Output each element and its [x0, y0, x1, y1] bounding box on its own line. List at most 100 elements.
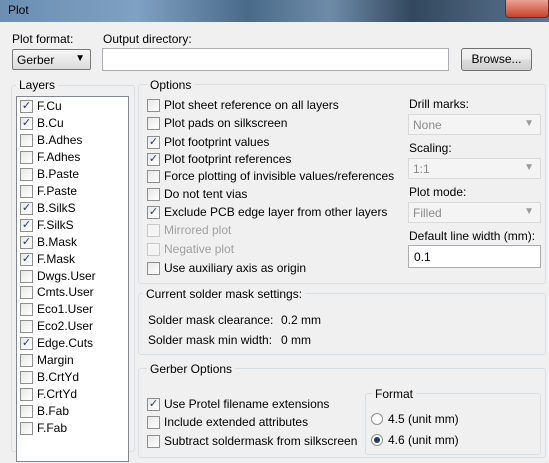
layer-f-cu-label: F.Cu [37, 99, 62, 113]
checkmark-icon[interactable]: ✓ [147, 398, 160, 411]
checkbox-icon[interactable] [147, 435, 160, 448]
checkmark-icon[interactable]: ✓ [20, 201, 33, 215]
layer-margin-label: Margin [37, 353, 74, 368]
chevron-down-icon: ▼ [75, 53, 85, 64]
option-checkbox-4-label: Force plotting of invisible values/refer… [164, 169, 395, 183]
checkbox-icon[interactable] [147, 170, 160, 183]
solder-mask-group-title: Current solder mask settings: [143, 287, 306, 301]
checkbox-icon[interactable] [147, 188, 160, 201]
layer-f-fab-label: F.Fab [37, 421, 68, 436]
checkmark-icon[interactable]: ✓ [20, 252, 33, 266]
checkbox-icon [147, 224, 160, 237]
layer-b-adhes-label: B.Adhes [37, 132, 83, 147]
window-title: Plot [8, 3, 29, 17]
drill-marks-select: None ▼ [408, 114, 541, 135]
layer-b-silks-label: B.SilkS [37, 200, 76, 215]
layer-b-mask-label: B.Mask [37, 234, 78, 249]
checkbox-icon[interactable] [147, 416, 160, 429]
title-bar[interactable]: Plot [0, 0, 549, 22]
solder-mask-clearance-value: 0.2 mm [281, 313, 322, 327]
option-checkbox-7-label: Mirrored plot [164, 223, 232, 237]
scaling-value: 1:1 [413, 162, 430, 176]
scaling-select: 1:1 ▼ [408, 158, 541, 179]
gerber-options-group-title: Gerber Options [147, 362, 236, 376]
solder-mask-clearance-label: Solder mask clearance: [148, 313, 274, 327]
layer-b-fab-label: B.Fab [37, 404, 70, 419]
checkmark-icon[interactable]: ✓ [147, 206, 160, 219]
checkbox-icon[interactable] [20, 371, 33, 385]
checkmark-icon[interactable]: ✓ [20, 218, 33, 232]
plot-mode-value: Filled [413, 206, 442, 220]
gerber-option-1-label: Include extended attributes [164, 415, 309, 429]
format-group-title: Format [372, 387, 417, 401]
chevron-down-icon: ▼ [524, 206, 534, 217]
plot-format-value: Gerber [17, 53, 55, 67]
checkmark-icon[interactable]: ✓ [20, 337, 33, 351]
checkbox-icon[interactable] [147, 262, 160, 275]
checkbox-icon[interactable] [20, 422, 33, 436]
option-checkbox-1-label: Plot pads on silkscreen [164, 116, 288, 130]
checkbox-icon[interactable] [20, 388, 33, 402]
option-checkbox-9-label: Use auxiliary axis as origin [164, 261, 307, 275]
layer-f-silks-label: F.SilkS [37, 217, 74, 232]
option-checkbox-8-label: Negative plot [164, 242, 235, 256]
checkbox-icon[interactable] [20, 167, 33, 181]
chevron-down-icon: ▼ [524, 118, 534, 129]
format-radio-label: 4.5 (unit mm) [388, 412, 459, 426]
option-checkbox-2-label: Plot footprint values [164, 135, 270, 149]
layers-group-title: Layers [16, 78, 59, 92]
line-width-value: 0.1 [414, 250, 431, 264]
checkbox-icon[interactable] [20, 303, 33, 317]
layer-f-adhes-label: F.Adhes [37, 149, 81, 164]
checkbox-icon[interactable] [147, 117, 160, 130]
option-checkbox-5-label: Do not tent vias [164, 187, 248, 201]
checkmark-icon[interactable]: ✓ [147, 136, 160, 149]
checkbox-icon[interactable] [20, 286, 33, 300]
solder-mask-min-width-label: Solder mask min width: [148, 333, 273, 347]
radio-icon[interactable] [371, 434, 383, 446]
option-checkbox-0-label: Plot sheet reference on all layers [164, 98, 339, 112]
radio-dot-icon [374, 437, 380, 443]
layer-b-cu-label: B.Cu [37, 115, 64, 130]
checkbox-icon[interactable] [20, 269, 33, 283]
checkbox-icon [147, 243, 160, 256]
layer-cmts-user-label: Cmts.User [37, 285, 94, 300]
checkbox-icon[interactable] [20, 320, 33, 334]
layer-b-crtyd-label: B.CrtYd [37, 370, 80, 385]
checkmark-icon[interactable]: ✓ [20, 116, 33, 130]
checkbox-icon[interactable] [147, 99, 160, 112]
layer-f-mask-label: F.Mask [37, 251, 76, 266]
gerber-option-2-label: Subtract soldermask from silkscreen [164, 434, 358, 448]
checkbox-icon[interactable] [20, 354, 33, 368]
drill-marks-value: None [413, 118, 442, 132]
gerber-option-0-label: Use Protel filename extensions [164, 397, 330, 411]
layer-eco2-user-label: Eco2.User [37, 319, 94, 334]
option-checkbox-3-label: Plot footprint references [164, 152, 292, 166]
checkbox-icon[interactable] [20, 184, 33, 198]
browse-button[interactable]: Browse... [461, 48, 532, 71]
format-radio-label: 4.6 (unit mm) [388, 433, 459, 447]
layer-f-crtyd-label: F.CrtYd [37, 387, 78, 402]
checkbox-icon[interactable] [20, 133, 33, 147]
output-directory-input[interactable] [102, 48, 449, 71]
plot-mode-label: Plot mode: [409, 185, 467, 199]
scaling-label: Scaling: [409, 141, 452, 155]
checkbox-icon[interactable] [20, 150, 33, 164]
checkmark-icon[interactable]: ✓ [147, 153, 160, 166]
drill-marks-label: Drill marks: [409, 97, 469, 111]
line-width-input[interactable]: 0.1 [408, 245, 541, 268]
checkmark-icon[interactable]: ✓ [20, 235, 33, 249]
plot-format-select[interactable]: Gerber ▼ [12, 49, 91, 70]
line-width-label: Default line width (mm): [409, 229, 536, 243]
checkmark-icon[interactable]: ✓ [20, 100, 33, 113]
checkbox-icon[interactable] [20, 405, 33, 419]
radio-icon[interactable] [371, 413, 383, 425]
plot-format-label: Plot format: [12, 32, 74, 46]
layer-b-paste-label: B.Paste [37, 166, 80, 181]
layer-f-paste-label: F.Paste [37, 183, 78, 198]
close-button[interactable] [505, 0, 549, 18]
layer-edge-cuts-label: Edge.Cuts [37, 336, 94, 351]
options-group-title: Options [147, 78, 195, 92]
layer-eco1-user-label: Eco1.User [37, 302, 94, 317]
layers-list[interactable]: ✓ F.Cu ✓ B.Cu B.Adhes F.Adhes B.Paste F.Paste ✓ B… [16, 96, 129, 462]
